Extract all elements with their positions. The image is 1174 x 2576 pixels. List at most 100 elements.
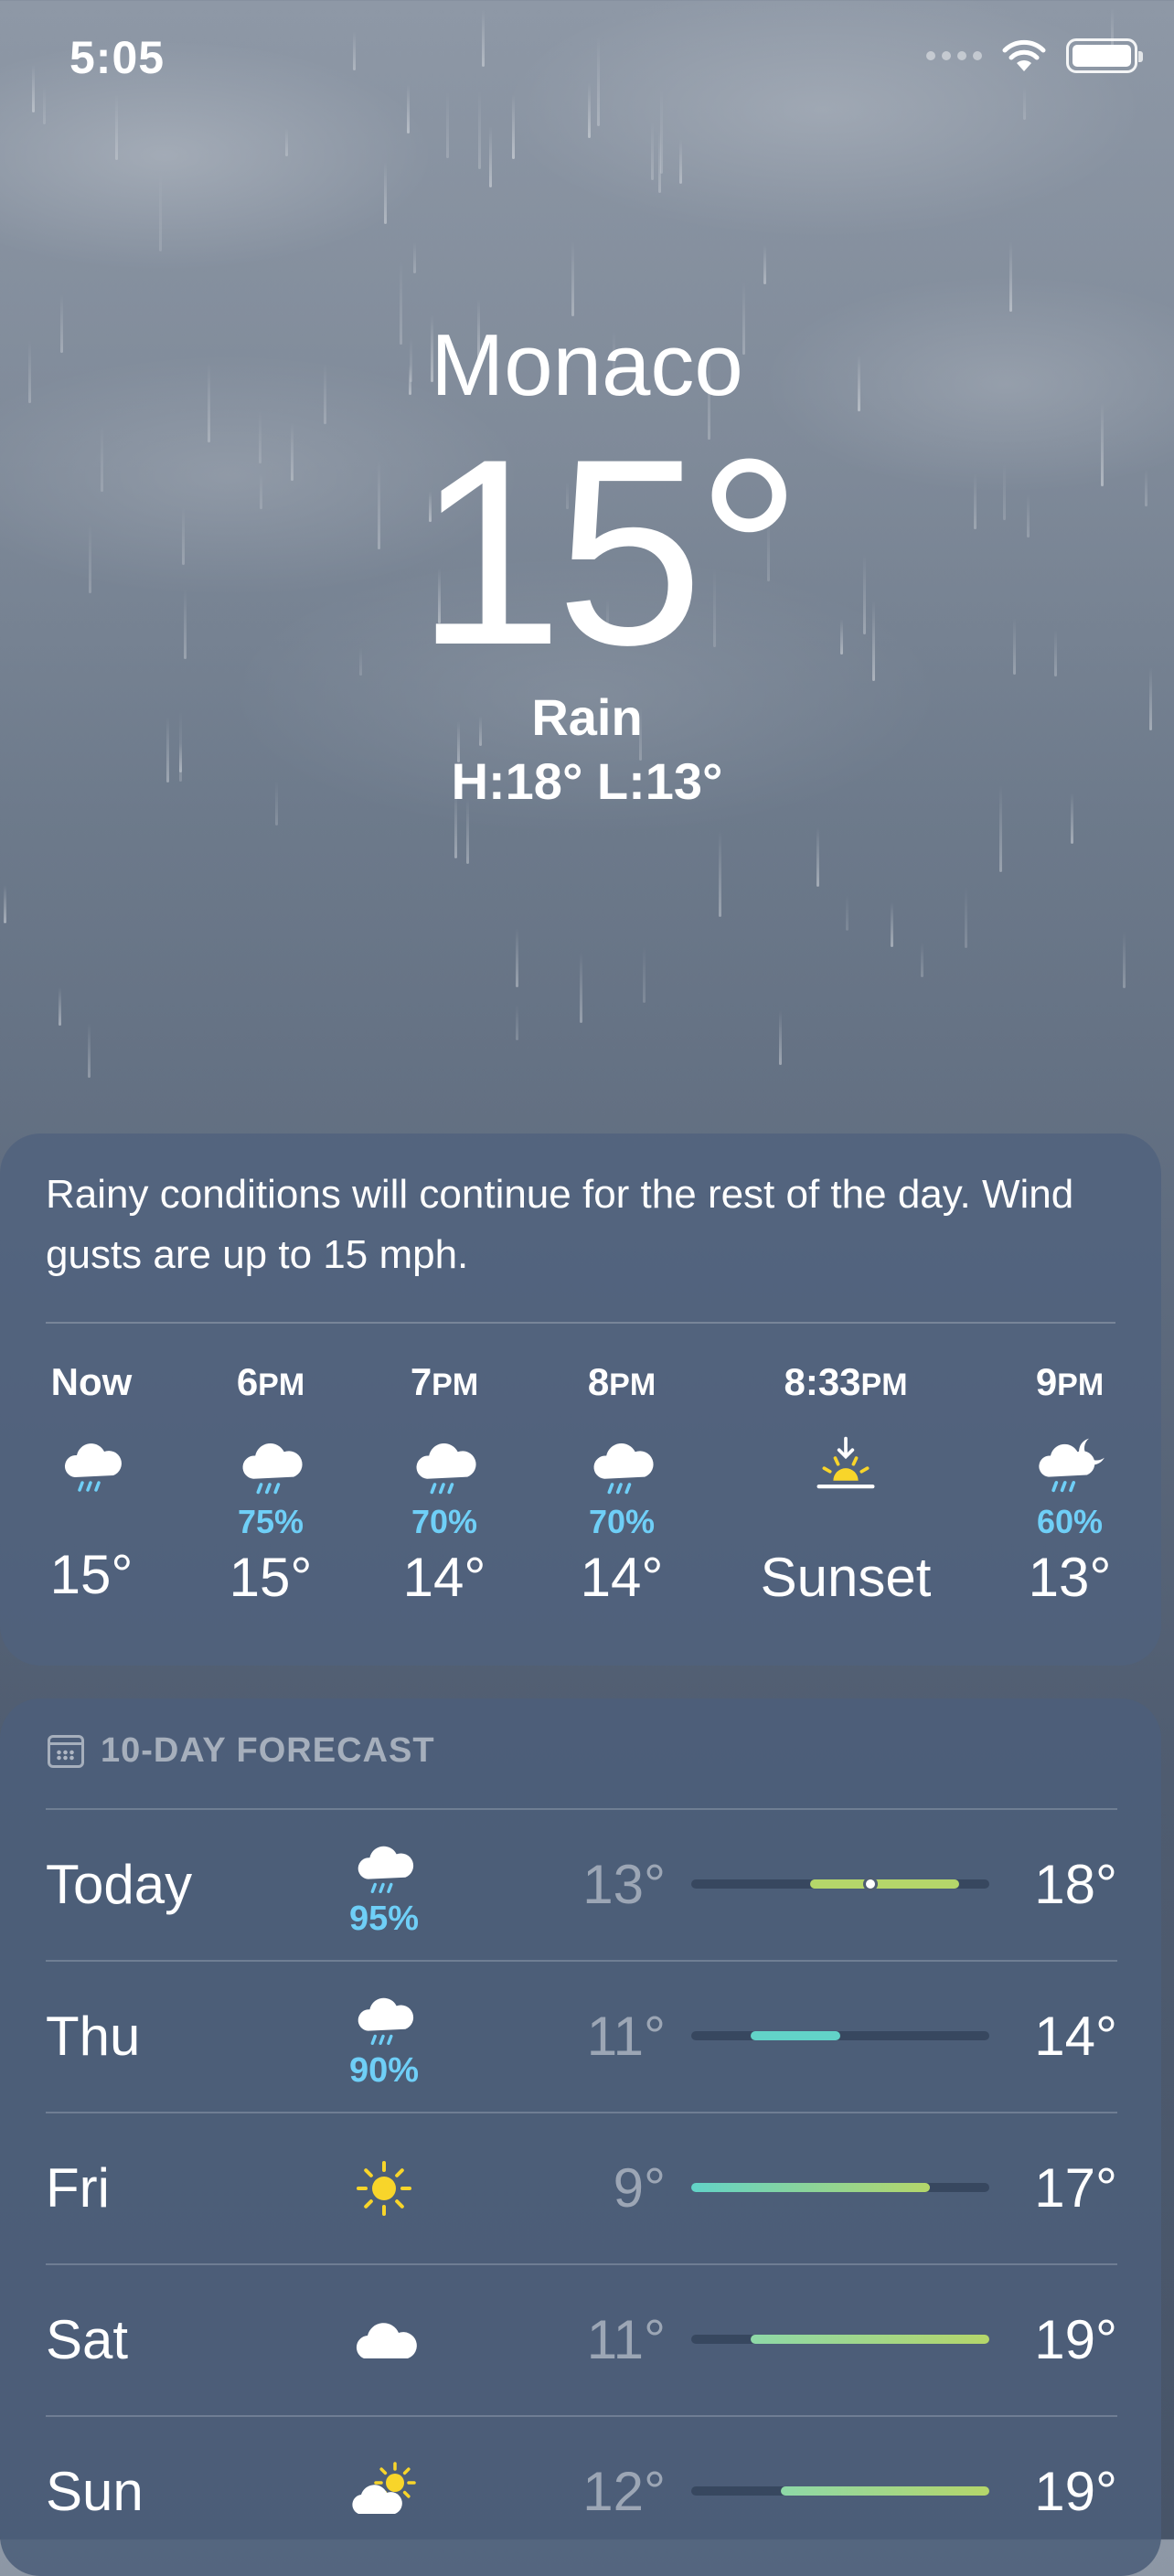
cloud-moon-rain-icon	[969, 1427, 1170, 1504]
status-icons	[926, 38, 1143, 73]
day-name: Thu	[46, 2006, 141, 2067]
rain-streak	[642, 946, 646, 1004]
temperature-range-bar	[691, 2335, 989, 2344]
day-name: Sat	[46, 2309, 129, 2370]
day-icon-wrap	[320, 2265, 448, 2415]
cloud-rain-icon	[170, 1427, 371, 1504]
sun-icon	[347, 2150, 421, 2227]
hour-temperature: Sunset	[760, 1547, 932, 1608]
temperature-range-fill	[691, 2183, 930, 2192]
hour-time: 7PM	[344, 1358, 545, 1409]
sun-cloud-icon	[347, 2454, 421, 2530]
hour-temperature: 14°	[580, 1547, 664, 1608]
low-temperature: 13°	[582, 1854, 666, 1915]
rain-streak	[658, 130, 662, 194]
forecast-row-sun[interactable]: Sun 12° 19°	[46, 2415, 1117, 2567]
divider	[46, 1322, 1115, 1324]
hour-item: 8:33PM Sunset	[745, 1358, 946, 1612]
hour-item: 9PM 60% 13°	[969, 1358, 1170, 1612]
temperature-range-bar	[691, 2183, 989, 2192]
hour-ampm: PM	[258, 1368, 305, 1402]
rain-streak	[516, 1005, 519, 1040]
low-temperature: 11°	[586, 2006, 666, 2067]
precip-chance: 70%	[588, 1503, 656, 1540]
rain-streak	[1123, 931, 1126, 988]
day-icon-wrap: 90%	[320, 1962, 448, 2112]
cloud-rain-icon	[344, 1427, 545, 1504]
high-temperature: 19°	[1034, 2309, 1117, 2370]
rain-streak	[412, 241, 416, 274]
rain-streak	[579, 953, 582, 1023]
forecast-header: 10-DAY FORECAST	[48, 1731, 435, 1771]
rain-streak	[515, 927, 518, 987]
forecast-row-sat[interactable]: Sat 11° 19°	[46, 2263, 1117, 2415]
location-header: Monaco 15° Rain H:18° L:13°	[0, 311, 1174, 814]
rain-streak	[651, 121, 655, 181]
hour-item: 8PM 70% 14°	[521, 1358, 722, 1612]
wifi-icon	[1002, 39, 1046, 71]
hour-ampm: PM	[1057, 1368, 1105, 1402]
hour-temperature: 13°	[1028, 1547, 1112, 1608]
cloud-icon	[347, 2302, 421, 2379]
hour-time-value: 8	[587, 1360, 610, 1403]
day-name: Today	[46, 1854, 193, 1915]
signal-dots-icon	[926, 51, 982, 60]
rain-streak	[489, 126, 493, 188]
hour-time-value: 6	[236, 1360, 259, 1403]
precip-chance: 60%	[1036, 1503, 1104, 1540]
cloud-rain-icon	[348, 1833, 420, 1900]
high-temperature: 19°	[1034, 2461, 1117, 2522]
battery-icon	[1066, 38, 1143, 73]
rain-streak	[816, 827, 819, 888]
temperature-range-fill	[751, 2335, 989, 2344]
current-temperature-dot	[862, 1877, 878, 1891]
forecast-row-today[interactable]: Today 95% 13° 18°	[46, 1808, 1117, 1960]
rain-streak	[778, 1009, 782, 1066]
temperature-range-fill	[751, 2031, 840, 2040]
calendar-icon	[48, 1734, 84, 1768]
hour-time-value: 7	[410, 1360, 432, 1403]
day-icon-wrap	[320, 2113, 448, 2263]
forecast-row-thu[interactable]: Thu 90% 11° 14°	[46, 1960, 1117, 2112]
hourly-forecast-card[interactable]: Rainy conditions will continue for the r…	[0, 1134, 1161, 1666]
rain-streak	[158, 173, 162, 251]
hour-ampm: PM	[609, 1368, 656, 1402]
sunset-icon	[745, 1427, 946, 1504]
high-temperature: 14°	[1034, 2006, 1117, 2067]
precip-chance	[0, 1501, 192, 1538]
hour-time: 8:33PM	[745, 1358, 946, 1409]
hour-time-value: 9	[1035, 1360, 1058, 1403]
status-time: 5:05	[69, 32, 165, 83]
hour-item: 7PM 70% 14°	[344, 1358, 545, 1612]
precip-chance	[745, 1504, 946, 1540]
temperature-range-bar	[691, 1877, 989, 1891]
precip-chance: 95%	[348, 1900, 420, 1938]
rain-streak	[58, 986, 61, 1027]
precip-chance: 75%	[237, 1503, 304, 1540]
hour-time: 6PM	[170, 1358, 371, 1409]
rain-streak	[284, 128, 288, 157]
rain-streak	[383, 161, 387, 224]
hour-item: Now 15°	[0, 1358, 192, 1609]
hour-time-value: 8:33	[784, 1360, 861, 1403]
rain-streak	[921, 942, 924, 978]
ten-day-forecast-card[interactable]: 10-DAY FORECAST Today 95% 13° 18° Thu 90% 11° 1…	[0, 1698, 1161, 2576]
hour-time-value: Now	[50, 1360, 133, 1403]
rain-streak	[679, 138, 683, 184]
rain-streak	[3, 884, 6, 923]
rain-streak	[890, 902, 893, 948]
precip-chance: 70%	[411, 1503, 478, 1540]
cloud-rain-icon	[348, 1985, 420, 2052]
temperature-range-bar	[691, 2486, 989, 2496]
hour-temperature: 14°	[402, 1547, 486, 1608]
rain-streak	[965, 886, 968, 949]
rain-streak	[571, 241, 574, 316]
rain-streak	[719, 830, 722, 918]
hour-time: 9PM	[969, 1358, 1170, 1409]
temperature-range-fill	[780, 2486, 989, 2496]
current-condition: Rain	[531, 688, 643, 746]
forecast-row-fri[interactable]: Fri 9° 17°	[46, 2112, 1117, 2263]
hour-item: 6PM 75% 15°	[170, 1358, 371, 1612]
temperature-range-bar	[691, 2031, 989, 2040]
rain-streak	[87, 1022, 91, 1079]
